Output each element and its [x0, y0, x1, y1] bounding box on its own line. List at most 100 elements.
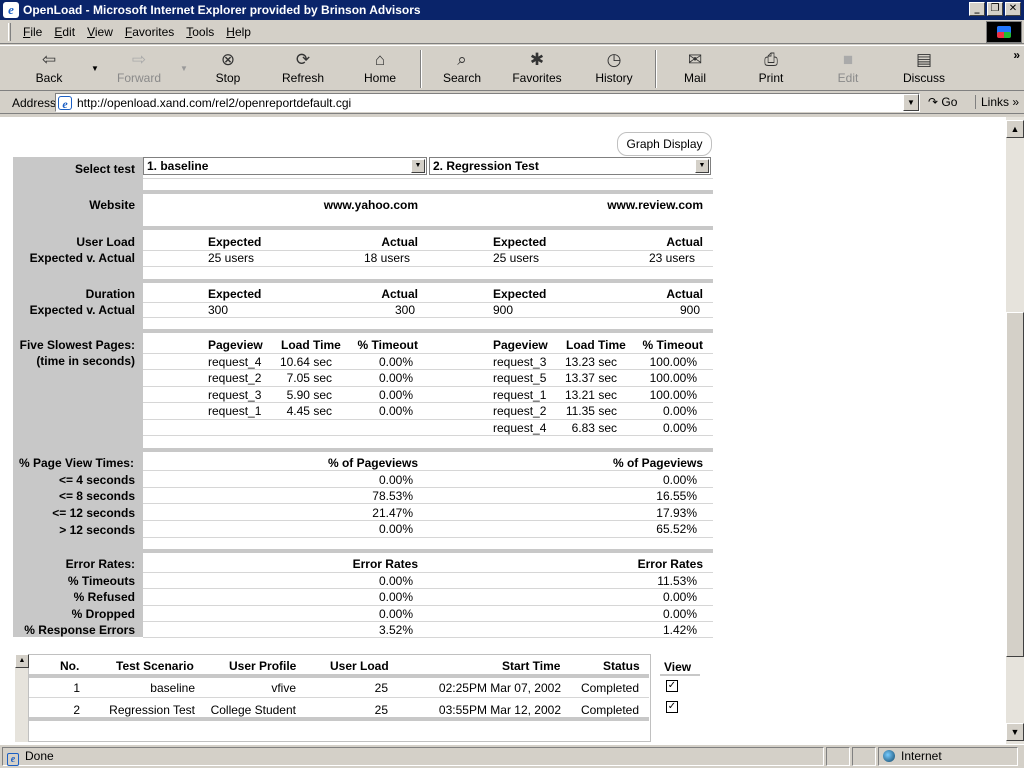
test2-user-expected-header: Expected: [493, 235, 547, 249]
test2-select[interactable]: 2. Regression Test ▼: [429, 157, 711, 175]
row2-start: 03:55PM Mar 12, 2002: [438, 703, 561, 717]
discuss-button[interactable]: ▤ Discuss: [889, 49, 959, 89]
test1-pageview-header: Pageview: [208, 338, 263, 352]
user-load-expected-actual-label: Expected v. Actual: [29, 251, 135, 265]
select-test-label: Select test: [74, 162, 135, 176]
list-item: 5.90 sec: [286, 388, 332, 402]
test2-timeout-header: % Timeout: [642, 338, 703, 352]
test2-pageview-header: Pageview: [493, 338, 548, 352]
forward-dropdown-icon[interactable]: ▼: [180, 64, 188, 73]
scrollbar-thumb[interactable]: [1006, 312, 1024, 657]
test2-user-expected: 25 users: [493, 251, 540, 265]
back-arrow-icon: ⇦: [41, 50, 57, 69]
test2-pct-pageviews-header: % of Pageviews: [612, 456, 703, 470]
stop-button[interactable]: ⊗ Stop: [193, 49, 263, 89]
mail-button[interactable]: ✉ Mail: [660, 49, 730, 89]
scroll-down-arrow-icon[interactable]: ▼: [1006, 723, 1024, 741]
test1-timeout-header: % Timeout: [357, 338, 418, 352]
page-done-icon: e: [7, 753, 19, 766]
test1-pv-le4: 0.00%: [378, 473, 413, 487]
row2-scenario: Regression Test: [109, 703, 195, 717]
list-item: 7.05 sec: [286, 371, 332, 385]
chevron-down-icon[interactable]: ▼: [695, 159, 709, 173]
list-item: 0.00%: [378, 404, 413, 418]
toolbar-overflow-icon[interactable]: »: [1013, 48, 1020, 62]
menu-edit[interactable]: Edit: [48, 25, 81, 39]
test2-user-actual-header: Actual: [666, 235, 703, 249]
test1-loadtime-header: Load Time: [281, 338, 341, 352]
list-item: 10.64 sec: [279, 355, 332, 369]
error-rates-label: Error Rates:: [65, 557, 135, 571]
list-item: 13.23 sec: [564, 355, 617, 369]
back-dropdown-icon[interactable]: ▼: [91, 64, 99, 73]
list-item: request_1: [493, 388, 547, 402]
tests-table-scrollbar[interactable]: ▲: [15, 654, 29, 742]
forward-button[interactable]: ⇨ Forward: [104, 49, 174, 89]
scroll-up-arrow-icon[interactable]: ▲: [15, 654, 29, 668]
test2-website: www.review.com: [607, 198, 703, 212]
page-scrollbar[interactable]: ▲ ▼: [1006, 117, 1024, 744]
chevron-down-icon[interactable]: ▼: [411, 159, 425, 173]
menu-help[interactable]: Help: [220, 25, 257, 39]
list-item: request_1: [208, 404, 262, 418]
favorites-button[interactable]: ✱ Favorites: [502, 49, 572, 89]
maximize-button[interactable]: ❐: [987, 2, 1003, 16]
address-url[interactable]: http://openload.xand.com/rel2/openreport…: [77, 96, 351, 110]
window-title: OpenLoad - Microsoft Internet Explorer p…: [23, 3, 421, 17]
five-slowest-label: Five Slowest Pages:: [19, 338, 135, 352]
dropped-label: % Dropped: [71, 607, 135, 621]
title-bar: e OpenLoad - Microsoft Internet Explorer…: [0, 0, 1024, 20]
test2-pv-le8: 16.55%: [656, 489, 697, 503]
list-item: 13.37 sec: [564, 371, 617, 385]
edit-button[interactable]: ■ Edit: [813, 49, 883, 89]
test1-error-rates-header: Error Rates: [352, 557, 418, 571]
history-button[interactable]: ◷ History: [579, 49, 649, 89]
test1-err-dropped: 0.00%: [378, 607, 413, 621]
address-input[interactable]: e http://openload.xand.com/rel2/openrepo…: [55, 93, 920, 112]
test2-dur-expected: 900: [493, 303, 514, 317]
close-button[interactable]: ✕: [1005, 2, 1021, 16]
refused-label: % Refused: [73, 590, 135, 604]
address-dropdown-icon[interactable]: ▼: [903, 94, 919, 111]
test1-pv-gt12: 0.00%: [378, 522, 413, 536]
forward-arrow-icon: ⇨: [131, 50, 147, 69]
back-button[interactable]: ⇦ Back: [14, 49, 84, 89]
print-button[interactable]: ⎙ Print: [736, 49, 806, 89]
col-status: Status: [603, 659, 640, 673]
go-button[interactable]: ↷ Go: [928, 95, 957, 109]
list-item: 4.45 sec: [286, 404, 332, 418]
test2-user-actual: 23 users: [648, 251, 695, 265]
menu-file[interactable]: File: [17, 25, 48, 39]
test2-dur-expected-header: Expected: [493, 287, 547, 301]
test1-select[interactable]: 1. baseline ▼: [143, 157, 427, 175]
home-icon: ⌂: [374, 50, 386, 69]
search-button[interactable]: ⌕ Search: [427, 49, 497, 89]
row1-view-checkbox[interactable]: ✓: [666, 680, 678, 692]
scroll-up-arrow-icon[interactable]: ▲: [1006, 120, 1024, 138]
list-item: 0.00%: [378, 371, 413, 385]
test2-err-refused: 0.00%: [662, 590, 697, 604]
user-load-label: User Load: [76, 235, 135, 249]
time-in-seconds-label: (time in seconds): [36, 354, 135, 368]
minimize-button[interactable]: _: [969, 2, 985, 16]
col-test-scenario: Test Scenario: [116, 659, 194, 673]
menu-view[interactable]: View: [81, 25, 119, 39]
test2-pv-gt12: 65.52%: [656, 522, 697, 536]
menu-favorites[interactable]: Favorites: [119, 25, 180, 39]
links-button[interactable]: Links »: [975, 95, 1019, 109]
list-item: request_3: [208, 388, 262, 402]
list-item: 0.00%: [378, 388, 413, 402]
graph-display-button[interactable]: Graph Display: [617, 132, 712, 156]
test1-err-response: 3.52%: [378, 623, 413, 637]
col-user-load: User Load: [330, 659, 389, 673]
test2-err-response: 1.42%: [662, 623, 697, 637]
home-button[interactable]: ⌂ Home: [345, 49, 415, 89]
refresh-button[interactable]: ⟳ Refresh: [268, 49, 338, 89]
row2-no: 2: [73, 703, 80, 717]
response-errors-label: % Response Errors: [24, 623, 135, 637]
list-item: request_2: [493, 404, 547, 418]
menu-tools[interactable]: Tools: [180, 25, 220, 39]
test2-err-dropped: 0.00%: [662, 607, 697, 621]
row2-view-checkbox[interactable]: ✓: [666, 701, 678, 713]
list-item: 6.83 sec: [571, 421, 617, 435]
